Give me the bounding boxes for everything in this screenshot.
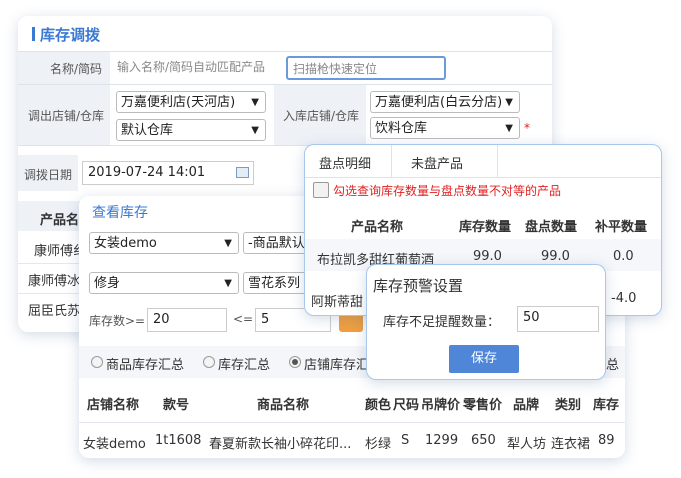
- in-store-value: 万嘉便利店(白云分店): [375, 95, 503, 110]
- chevron-down-icon: ▼: [224, 278, 232, 289]
- radio-stock-summary-label: 库存汇总: [218, 358, 271, 373]
- name-label: 名称/简码: [50, 62, 103, 76]
- mismatch-checkbox-label: 勾选查询库存数量与盘点数量不对等的产品: [333, 184, 562, 198]
- stock-gte-label: 库存数>=: [89, 314, 146, 328]
- col-category: 类别: [555, 398, 582, 413]
- in-warehouse-select[interactable]: 饮料仓库 ▼: [370, 117, 520, 139]
- series-value: 雪花系列: [248, 276, 301, 291]
- check-row-1-adjust: 0.0: [613, 249, 634, 264]
- cell-category: 连衣裙: [551, 437, 591, 452]
- col-product-name: 商品名称: [257, 398, 310, 413]
- cell-store-name: 女装demo: [83, 437, 146, 452]
- out-store-value: 万嘉便利店(天河店): [121, 95, 236, 110]
- col-tag-price: 吊牌价: [421, 398, 461, 413]
- tab-unchecked-products[interactable]: 未盘产品: [411, 153, 463, 172]
- stock-lte-label: <=: [233, 312, 254, 326]
- col-stock: 库存: [593, 398, 620, 413]
- radio-stock-summary[interactable]: [203, 356, 215, 368]
- style-value: 修身: [94, 276, 121, 291]
- alert-title: 库存预警设置: [373, 277, 464, 295]
- col-brand: 品牌: [513, 398, 540, 413]
- cell-stock: 89: [598, 433, 615, 448]
- in-warehouse-value: 饮料仓库: [375, 121, 428, 136]
- radio-product-summary[interactable]: [91, 356, 103, 368]
- col-product: 产品名: [40, 213, 80, 228]
- view-stock-title: 查看库存: [92, 205, 148, 221]
- title-accent-bar: [32, 27, 35, 41]
- category-select[interactable]: 女装demo ▼: [89, 232, 239, 254]
- col-store-name: 店铺名称: [87, 398, 140, 413]
- col-retail-price: 零售价: [463, 398, 503, 413]
- chevron-down-icon: ▼: [251, 125, 259, 136]
- alert-qty-label: 库存不足提醒数量：: [383, 315, 501, 330]
- calendar-icon[interactable]: [236, 167, 249, 178]
- chevron-down-icon: ▼: [505, 97, 513, 108]
- out-store-select[interactable]: 万嘉便利店(天河店) ▼: [116, 91, 266, 113]
- chevron-down-icon: ▼: [251, 97, 259, 108]
- in-store-select[interactable]: 万嘉便利店(白云分店) ▼: [370, 91, 520, 113]
- product-default-select[interactable]: -商品默认: [243, 232, 313, 254]
- category-value: 女装demo: [94, 236, 157, 251]
- out-warehouse-select[interactable]: 默认仓库 ▼: [116, 119, 266, 141]
- tab-check-detail[interactable]: 盘点明细: [319, 153, 371, 172]
- col-product-name: 产品名称: [351, 220, 404, 235]
- cell-color: 杉绿: [365, 437, 392, 452]
- check-row-1-check: 99.0: [541, 249, 570, 264]
- tab-separator: [391, 145, 392, 177]
- cell-size: S: [401, 433, 410, 448]
- scan-input[interactable]: 扫描枪快速定位: [286, 56, 446, 80]
- cell-style-no: 1t1608: [155, 433, 202, 448]
- col-check-qty: 盘点数量: [525, 220, 578, 235]
- check-row-1-stock: 99.0: [473, 249, 502, 264]
- panel-title: 库存调拨: [40, 26, 101, 44]
- in-label: 入库店铺/仓库: [283, 109, 360, 123]
- product-row-3: 屈臣氏苏: [28, 304, 81, 319]
- check-row-2-name: 阿斯蒂甜: [311, 295, 364, 310]
- col-adjust-qty: 补平数量: [595, 220, 648, 235]
- radio-product-summary-label: 商品库存汇总: [106, 358, 185, 373]
- chevron-down-icon: ▼: [224, 238, 232, 249]
- alert-qty-input[interactable]: 50: [517, 306, 599, 332]
- save-button[interactable]: 保存: [449, 345, 519, 373]
- date-label: 调拨日期: [24, 168, 73, 182]
- date-value: 2019-07-24 14:01: [88, 165, 206, 180]
- check-row-2-adjust: -4.0: [611, 291, 637, 306]
- style-select[interactable]: 修身 ▼: [89, 272, 239, 294]
- required-mark: *: [524, 121, 530, 135]
- out-label: 调出店铺/仓库: [28, 109, 105, 123]
- radio-extra-label: 总: [606, 358, 620, 373]
- table-divider: [79, 422, 625, 423]
- name-input[interactable]: 输入名称/简码自动匹配产品: [117, 58, 265, 75]
- col-stock-qty: 库存数量: [459, 220, 512, 235]
- date-input[interactable]: 2019-07-24 14:01: [82, 161, 254, 185]
- stock-table-header: [79, 386, 625, 416]
- chevron-down-icon: ▼: [505, 123, 513, 134]
- col-style-no: 款号: [163, 398, 190, 413]
- series-select[interactable]: 雪花系列: [243, 272, 313, 294]
- mismatch-checkbox[interactable]: [313, 182, 329, 198]
- col-size: 尺码: [393, 398, 420, 413]
- col-color: 颜色: [365, 398, 392, 413]
- tab-separator: [497, 145, 498, 177]
- cell-tag-price: 1299: [425, 433, 459, 448]
- cell-brand: 犁人坊: [507, 437, 547, 452]
- cell-retail-price: 650: [471, 433, 496, 448]
- product-row-2: 康师傅冰: [28, 274, 81, 289]
- stock-alert-dialog: 库存预警设置 库存不足提醒数量： 50 保存: [366, 264, 606, 380]
- stock-gte-input[interactable]: 20: [147, 308, 227, 332]
- out-warehouse-value: 默认仓库: [121, 123, 174, 138]
- product-default-value: -商品默认: [248, 236, 305, 251]
- radio-store-summary-label: 店铺库存汇: [304, 358, 370, 373]
- radio-store-summary[interactable]: [289, 356, 301, 368]
- cell-product-name: 春夏新款长袖小碎花印...: [209, 437, 352, 452]
